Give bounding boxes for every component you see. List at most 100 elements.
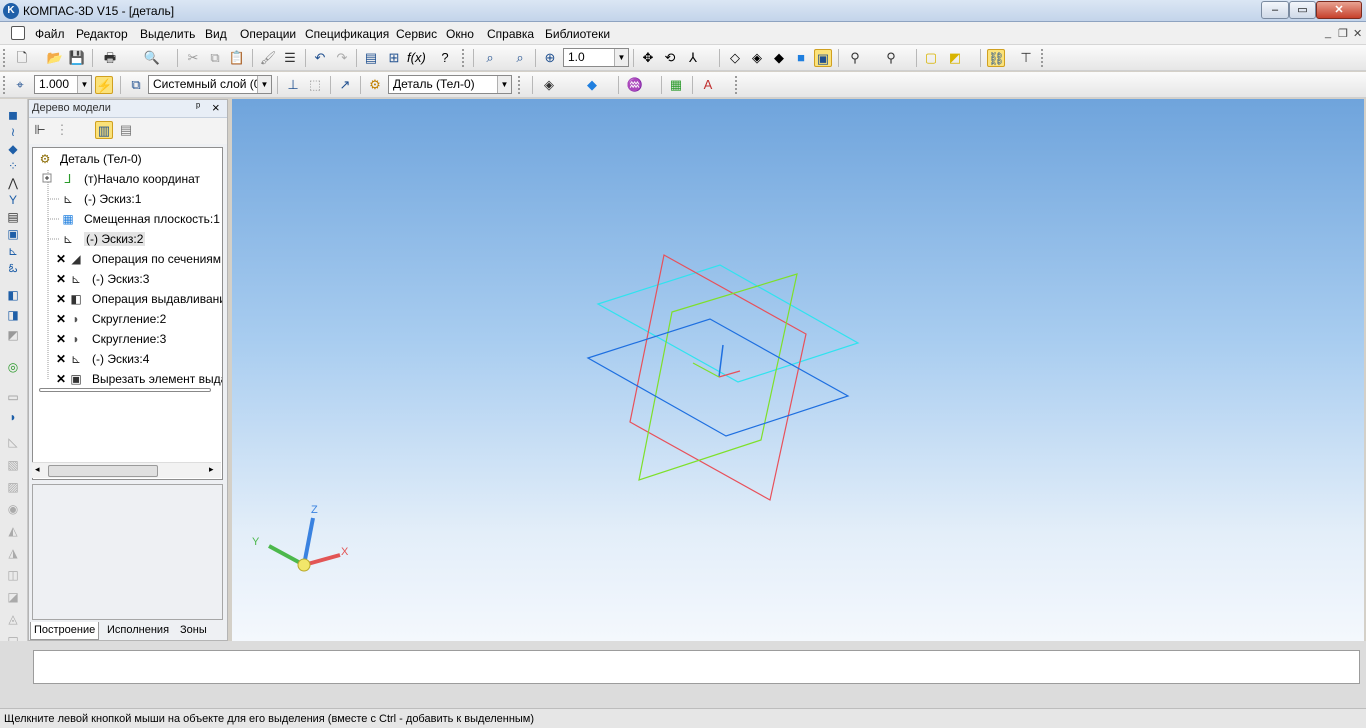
cube-yellow-icon[interactable]: ▢	[922, 49, 940, 67]
menu-help[interactable]: Справка	[487, 27, 534, 41]
kompas-app-icon[interactable]: K	[3, 3, 19, 19]
loft-icon[interactable]: ◎	[4, 359, 22, 375]
rollback-bar[interactable]	[39, 388, 211, 392]
rib-icon[interactable]: ▨	[4, 479, 22, 495]
boolean-icon[interactable]: ◬	[4, 611, 22, 627]
select-filter-icon[interactable]: ⚲	[882, 49, 900, 67]
thread-icon[interactable]: ◮	[4, 545, 22, 561]
orientation-icon[interactable]: ⅄	[684, 49, 702, 67]
dimensions-icon[interactable]: ⊾	[4, 243, 22, 259]
perspective-icon[interactable]: ◩	[946, 49, 964, 67]
shaded-icon[interactable]: ■	[792, 49, 810, 67]
mirror-icon[interactable]: ◪	[4, 589, 22, 605]
doc-minimize-icon[interactable]: _	[1325, 27, 1331, 39]
close-panel-icon[interactable]: ×	[212, 100, 220, 115]
zoom-frame-icon[interactable]: ⌕	[481, 49, 499, 67]
arrays-icon[interactable]: ⁘	[4, 158, 22, 174]
report-icon[interactable]: ▤	[4, 209, 22, 225]
save-icon[interactable]: 💾	[68, 49, 86, 67]
step-combobox[interactable]: 1.000 ▼	[34, 75, 92, 94]
tree-item[interactable]: ✕ ⊾ (-) Эскиз:4	[33, 349, 222, 369]
hidden-lines-icon[interactable]: ◈	[748, 49, 766, 67]
tree-horizontal-scrollbar[interactable]: ◂ ▸	[32, 462, 221, 478]
cs-list-icon[interactable]: ⬚	[306, 76, 324, 94]
zoom-combobox[interactable]: 1.0 ▼	[563, 48, 629, 67]
shaded-edges-icon[interactable]: ▣	[814, 49, 832, 67]
layers-icon[interactable]: ⧉	[127, 76, 145, 94]
menu-service[interactable]: Сервис	[396, 27, 437, 41]
visibility-icon[interactable]: ◈	[540, 76, 558, 94]
tree-item[interactable]: ▦ Смещенная плоскость:1	[33, 209, 222, 229]
pin-icon[interactable]: ᵖ	[196, 101, 200, 113]
thin-hidden-icon[interactable]: ◆	[770, 49, 788, 67]
copy-icon[interactable]: ⧉	[206, 49, 224, 67]
color-icon[interactable]: ◆	[583, 76, 601, 94]
extrude-icon[interactable]: ◧	[4, 287, 22, 303]
tree-item[interactable]: ⊾ (-) Эскиз:1	[33, 189, 222, 209]
tab-construction[interactable]: Построение	[30, 622, 100, 640]
tree-display-icon[interactable]: ▤	[117, 121, 135, 139]
edit-details-icon[interactable]: ◼	[4, 107, 22, 123]
elements-icon[interactable]: ఓ	[4, 260, 22, 276]
chevron-down-icon[interactable]: ▼	[257, 76, 271, 93]
object-icon[interactable]: ⚙	[366, 76, 384, 94]
cut-extrude-icon[interactable]: ▭	[4, 389, 22, 405]
tab-zones[interactable]: Зоны	[177, 622, 210, 640]
orientation-axes-icon[interactable]: ↗	[336, 76, 354, 94]
tree-structure-icon[interactable]: ⊩	[31, 121, 49, 139]
split-icon[interactable]: ◫	[4, 567, 22, 583]
minimize-button[interactable]: –	[1261, 1, 1289, 19]
chevron-down-icon[interactable]: ▼	[497, 76, 511, 93]
pan-icon[interactable]: ✥	[639, 49, 657, 67]
menu-editor[interactable]: Редактор	[76, 27, 128, 41]
tree-build-order-icon[interactable]: ▥	[95, 121, 113, 139]
aux-geometry-icon[interactable]: ⋀	[4, 175, 22, 191]
print-preview-icon[interactable]: 🔍	[143, 49, 161, 67]
doc-close-icon[interactable]: ✕	[1353, 27, 1362, 40]
redo-icon[interactable]: ↷	[333, 49, 351, 67]
sheet-metal-icon[interactable]: ▣	[4, 226, 22, 242]
menu-operations[interactable]: Операции	[240, 27, 296, 41]
formula-fx-icon[interactable]: f(x)	[407, 49, 426, 67]
undo-icon[interactable]: ↶	[311, 49, 329, 67]
paste-icon[interactable]: 📋	[228, 49, 246, 67]
scroll-thumb[interactable]	[48, 465, 158, 477]
scroll-right-icon[interactable]: ▸	[209, 464, 214, 475]
spatial-curves-icon[interactable]: ≀	[4, 124, 22, 140]
shell-icon[interactable]: ▧	[4, 457, 22, 473]
variables-icon[interactable]: ▤	[362, 49, 380, 67]
fillet-icon[interactable]: ◗	[4, 409, 22, 425]
tree-item[interactable]: ✕ ▣ Вырезать элемент выдавливания	[33, 369, 222, 389]
scroll-left-icon[interactable]: ◂	[35, 464, 40, 475]
tree-item[interactable]: ✕ ◗ Скругление:3	[33, 329, 222, 349]
print-icon[interactable]: 🖶	[101, 49, 119, 67]
tree-item[interactable]: ✕ ◗ Скругление:2	[33, 309, 222, 329]
kinematic-icon[interactable]: ◩	[4, 327, 22, 343]
chevron-down-icon[interactable]: ▼	[77, 76, 91, 93]
step-cursor-icon[interactable]: ⌖	[11, 76, 29, 94]
tree-view-icon[interactable]: ⊞	[385, 49, 403, 67]
light-icon[interactable]: ♒	[626, 76, 644, 94]
draft-icon[interactable]: ◭	[4, 523, 22, 539]
help-pointer-icon[interactable]: ?	[436, 49, 454, 67]
layer-combobox[interactable]: Системный слой (0) ▼	[148, 75, 272, 94]
close-button[interactable]: ✕	[1316, 1, 1362, 19]
zoom-fit-icon[interactable]: ⌕	[511, 49, 529, 67]
rotate-icon[interactable]: ⟲	[661, 49, 679, 67]
local-cs-icon[interactable]: ⊥	[284, 76, 302, 94]
tree-item[interactable]: ⊾ (-) Эскиз:2	[33, 229, 222, 249]
manager-list-icon[interactable]: ☰	[281, 49, 299, 67]
menu-specification[interactable]: Спецификация	[305, 27, 389, 41]
menu-libraries[interactable]: Библиотеки	[545, 27, 610, 41]
material-icon[interactable]: ▦	[667, 76, 685, 94]
properties-brush-icon[interactable]: 🖌	[259, 49, 277, 67]
zoom-scale-icon[interactable]: ⊕	[541, 49, 559, 67]
maximize-button[interactable]: ▭	[1289, 1, 1316, 19]
rotate-op-icon[interactable]: ◨	[4, 307, 22, 323]
ortho-mode-icon[interactable]: ⚡	[95, 76, 113, 94]
chamfer-icon[interactable]: ◺	[4, 434, 22, 450]
tree-item[interactable]: ✕ ⊾ (-) Эскиз:3	[33, 269, 222, 289]
tree-item[interactable]: ⅃ (т)Начало координат	[33, 169, 222, 189]
diagnostics-icon[interactable]: Y	[4, 192, 22, 208]
menu-view[interactable]: Вид	[205, 27, 227, 41]
